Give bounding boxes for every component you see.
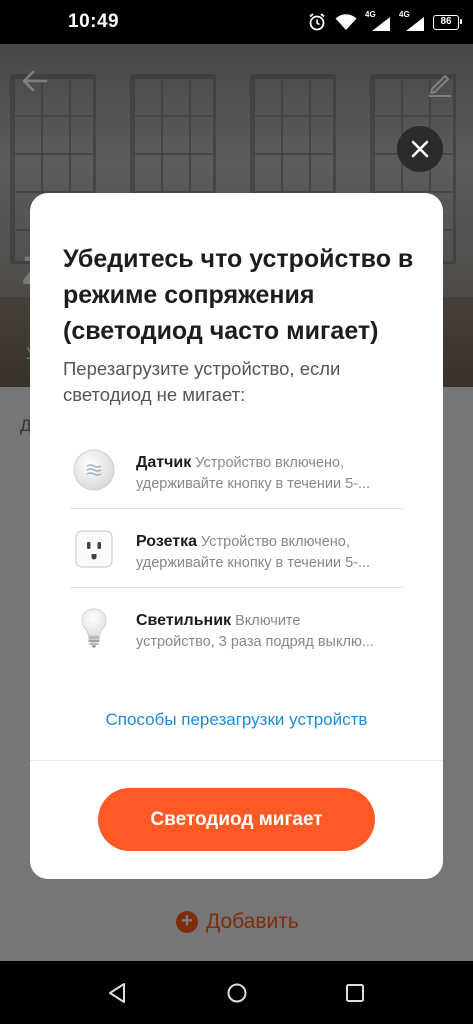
device-name: Розетка [136, 533, 198, 550]
nav-recents-icon[interactable] [345, 983, 365, 1003]
device-description: Светильник Включите устройство, 3 раза п… [136, 610, 404, 653]
device-instruction-line1: Устройство включено, [201, 534, 350, 550]
nav-back-icon[interactable] [107, 982, 127, 1004]
device-instruction-line1: Включите [235, 613, 301, 629]
device-instruction-line2: устройство, 3 раза подряд выклю... [136, 634, 374, 650]
device-description: Датчик Устройство включено, удерживайте … [136, 452, 404, 495]
battery-icon: 86 [433, 14, 462, 30]
pairing-mode-dialog: Убедитесь что устройство в режиме сопряж… [30, 193, 443, 879]
bulb-icon [81, 608, 107, 648]
sensor-icon [73, 449, 115, 491]
device-description: Розетка Устройство включено, удерживайте… [136, 531, 404, 574]
dialog-title: Убедитесь что устройство в режиме сопряж… [63, 245, 414, 345]
device-name: Светильник [136, 612, 232, 629]
close-button[interactable] [397, 126, 443, 172]
device-reset-list: Датчик Устройство включено, удерживайте … [70, 430, 403, 667]
nav-home-icon[interactable] [226, 982, 248, 1004]
status-icons: 4G 4G 86 [307, 9, 462, 35]
list-item-socket[interactable]: Розетка Устройство включено, удерживайте… [70, 509, 403, 588]
device-name: Датчик [136, 454, 192, 471]
app-screen: Z У Д + Добавить Убедитесь что устройств… [0, 44, 473, 961]
divider [30, 760, 443, 761]
device-instruction-line1: Устройство включено, [195, 455, 345, 471]
signal-icon [372, 17, 390, 31]
signal-2: 4G [399, 10, 425, 32]
socket-icon [75, 530, 113, 568]
dialog-subtitle: Перезагрузите устройство, если светодиод… [63, 358, 341, 405]
list-item-lamp[interactable]: Светильник Включите устройство, 3 раза п… [70, 588, 403, 667]
signal-icon [406, 17, 424, 31]
close-icon [411, 140, 429, 158]
led-blinking-button[interactable]: Светодиод мигает [98, 788, 375, 851]
system-nav-bar [0, 961, 473, 1024]
device-instruction-line2: удерживайте кнопку в течении 5-... [136, 555, 371, 571]
status-bar: 10:49 4G 4G 86 [0, 0, 473, 44]
list-item-sensor[interactable]: Датчик Устройство включено, удерживайте … [70, 430, 403, 509]
signal-1: 4G [365, 10, 391, 32]
reset-methods-link[interactable]: Способы перезагрузки устройств [30, 710, 443, 730]
device-instruction-line2: удерживайте кнопку в течении 5-... [136, 476, 371, 492]
status-time: 10:49 [68, 11, 120, 32]
wifi-icon [335, 14, 357, 30]
alarm-icon [309, 13, 325, 31]
